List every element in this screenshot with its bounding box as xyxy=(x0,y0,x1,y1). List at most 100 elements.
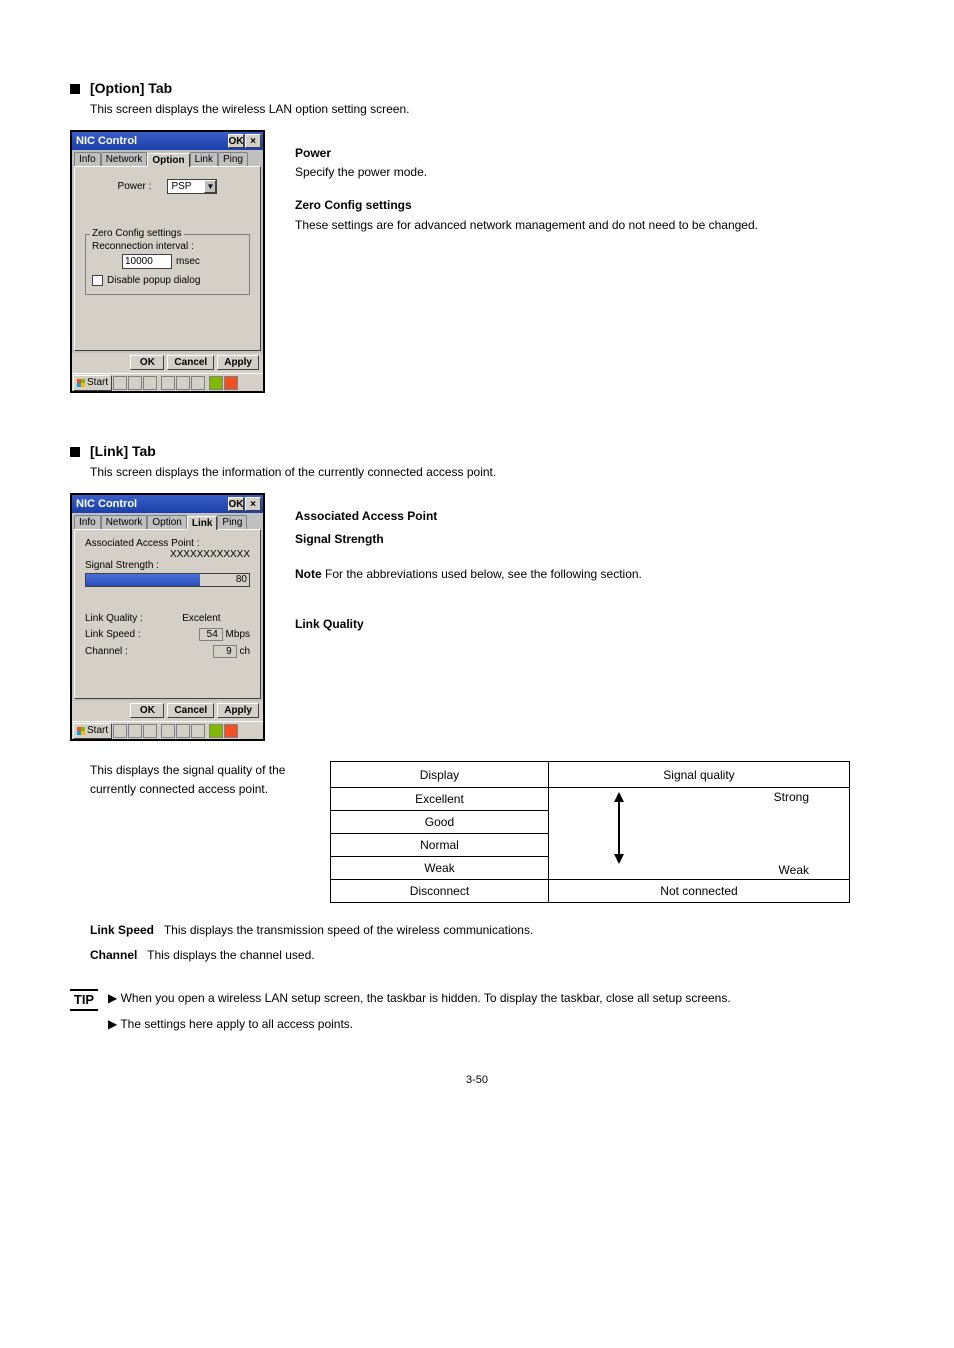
ok-title-button[interactable]: OK xyxy=(228,134,244,148)
channel-value: 9 xyxy=(213,645,237,658)
tabstrip: Info Network Option Link Ping xyxy=(72,150,263,166)
qtable-cell: Weak xyxy=(331,857,549,880)
section-option-head: [Option] Tab xyxy=(70,80,884,96)
power-select[interactable]: PSP ▼ xyxy=(167,179,217,194)
tab-network[interactable]: Network xyxy=(101,152,148,166)
tab-link[interactable]: Link xyxy=(190,152,218,166)
qtable-header-display: Display xyxy=(331,762,549,788)
tray-icon[interactable] xyxy=(143,376,157,390)
tray-icon[interactable] xyxy=(176,376,190,390)
start-button[interactable]: Start xyxy=(73,723,112,739)
power-side-text: Specify the power mode. xyxy=(295,163,884,182)
ok-button[interactable]: OK xyxy=(130,355,164,370)
tray-icon[interactable] xyxy=(191,376,205,390)
tab-network[interactable]: Network xyxy=(101,515,148,529)
section-link-head: [Link] Tab xyxy=(70,443,884,459)
quality-table: Display Signal quality Excellent Strong … xyxy=(330,761,850,903)
apply-button[interactable]: Apply xyxy=(217,355,259,370)
tip-line: ▶ The settings here apply to all access … xyxy=(108,1015,884,1034)
taskbar: Start xyxy=(72,373,263,391)
quality-table-row: This displays the signal quality of the … xyxy=(70,761,884,903)
tray-icon[interactable] xyxy=(224,724,238,738)
window-title: NIC Control xyxy=(76,498,137,510)
tray-icon[interactable] xyxy=(143,724,157,738)
zero-config-legend: Zero Config settings xyxy=(90,228,184,239)
tab-info[interactable]: Info xyxy=(74,152,101,166)
qtable-cell: Normal xyxy=(331,834,549,857)
ap-value: XXXXXXXXXXXX xyxy=(85,549,250,560)
reconnection-label: Reconnection interval : xyxy=(92,241,243,252)
close-button[interactable]: × xyxy=(245,134,261,148)
close-button[interactable]: × xyxy=(245,497,261,511)
taskbar: Start xyxy=(72,721,263,739)
final-label-speed: Link Speed xyxy=(90,923,154,937)
section-link-desc: This screen displays the information of … xyxy=(90,463,884,481)
cancel-button[interactable]: Cancel xyxy=(167,355,214,370)
quality-caption: This displays the signal quality of the … xyxy=(70,761,290,799)
nic-window-option: NIC Control OK × Info Network Option Lin… xyxy=(70,130,265,393)
tab-option[interactable]: Option xyxy=(147,153,189,167)
bullet-icon xyxy=(70,447,80,457)
start-button[interactable]: Start xyxy=(73,375,112,391)
double-arrow-icon xyxy=(609,792,629,864)
tip-icon: TIP xyxy=(70,989,98,1011)
cancel-button[interactable]: Cancel xyxy=(167,703,214,718)
final-rows: Link Speed This displays the transmissio… xyxy=(90,921,884,965)
tab-ping[interactable]: Ping xyxy=(217,515,247,529)
tray-icon[interactable] xyxy=(209,376,223,390)
tray-icon[interactable] xyxy=(113,376,127,390)
tray-icon[interactable] xyxy=(224,376,238,390)
final-label-channel: Channel xyxy=(90,948,137,962)
channel-label: Channel : xyxy=(85,646,128,657)
window-title: NIC Control xyxy=(76,135,137,147)
tray-icon[interactable] xyxy=(161,376,175,390)
tray-icon[interactable] xyxy=(176,724,190,738)
qtable-strong: Strong xyxy=(774,790,809,804)
note-head: Note xyxy=(295,567,322,581)
page: [Option] Tab This screen displays the wi… xyxy=(0,0,954,1126)
channel-unit: ch xyxy=(239,646,250,657)
tray-icon[interactable] xyxy=(128,376,142,390)
windows-logo-icon xyxy=(77,727,85,735)
dialog-buttons: OK Cancel Apply xyxy=(72,353,263,373)
zero-side-text: These settings are for advanced network … xyxy=(295,216,884,235)
qtable-cell: Excellent xyxy=(331,788,549,811)
quality-side-label: Link Quality xyxy=(295,615,884,634)
option-panel: Power : PSP ▼ Zero Config settings Recon… xyxy=(74,166,261,351)
tray-icon[interactable] xyxy=(128,724,142,738)
speed-unit: Mbps xyxy=(226,629,250,640)
tray-icon[interactable] xyxy=(113,724,127,738)
ok-title-button[interactable]: OK xyxy=(228,497,244,511)
tab-info[interactable]: Info xyxy=(74,515,101,529)
disable-popup-checkbox[interactable] xyxy=(92,275,103,286)
tray-icon[interactable] xyxy=(191,724,205,738)
start-label: Start xyxy=(87,377,108,388)
option-row: NIC Control OK × Info Network Option Lin… xyxy=(70,130,884,393)
zero-config-group: Zero Config settings Reconnection interv… xyxy=(85,234,250,295)
apply-button[interactable]: Apply xyxy=(217,703,259,718)
tray-icon[interactable] xyxy=(209,724,223,738)
ap-side-label: Associated Access Point xyxy=(295,507,884,526)
qtable-arrow-cell: Strong Weak xyxy=(548,788,849,880)
qtable-cell: Good xyxy=(331,811,549,834)
dialog-buttons: OK Cancel Apply xyxy=(72,701,263,721)
qtable-weak: Weak xyxy=(779,863,809,877)
speed-label: Link Speed : xyxy=(85,629,141,640)
tip-line: ▶ When you open a wireless LAN setup scr… xyxy=(108,989,884,1008)
reconnection-unit: msec xyxy=(176,256,200,267)
page-number: 3-50 xyxy=(70,1074,884,1086)
tray-icon[interactable] xyxy=(161,724,175,738)
windows-logo-icon xyxy=(77,379,85,387)
section-link-title: [Link] Tab xyxy=(90,443,156,459)
tab-option[interactable]: Option xyxy=(147,515,186,529)
titlebar: NIC Control OK × xyxy=(72,132,263,150)
reconnection-input[interactable]: 10000 xyxy=(122,254,172,269)
tab-ping[interactable]: Ping xyxy=(218,152,248,166)
ap-label: Associated Access Point : xyxy=(85,538,250,549)
tab-link[interactable]: Link xyxy=(187,516,218,530)
chevron-down-icon: ▼ xyxy=(204,180,216,193)
qtable-header-quality: Signal quality xyxy=(548,762,849,788)
ok-button[interactable]: OK xyxy=(130,703,164,718)
signal-side-label: Signal Strength xyxy=(295,530,884,549)
start-label: Start xyxy=(87,725,108,736)
